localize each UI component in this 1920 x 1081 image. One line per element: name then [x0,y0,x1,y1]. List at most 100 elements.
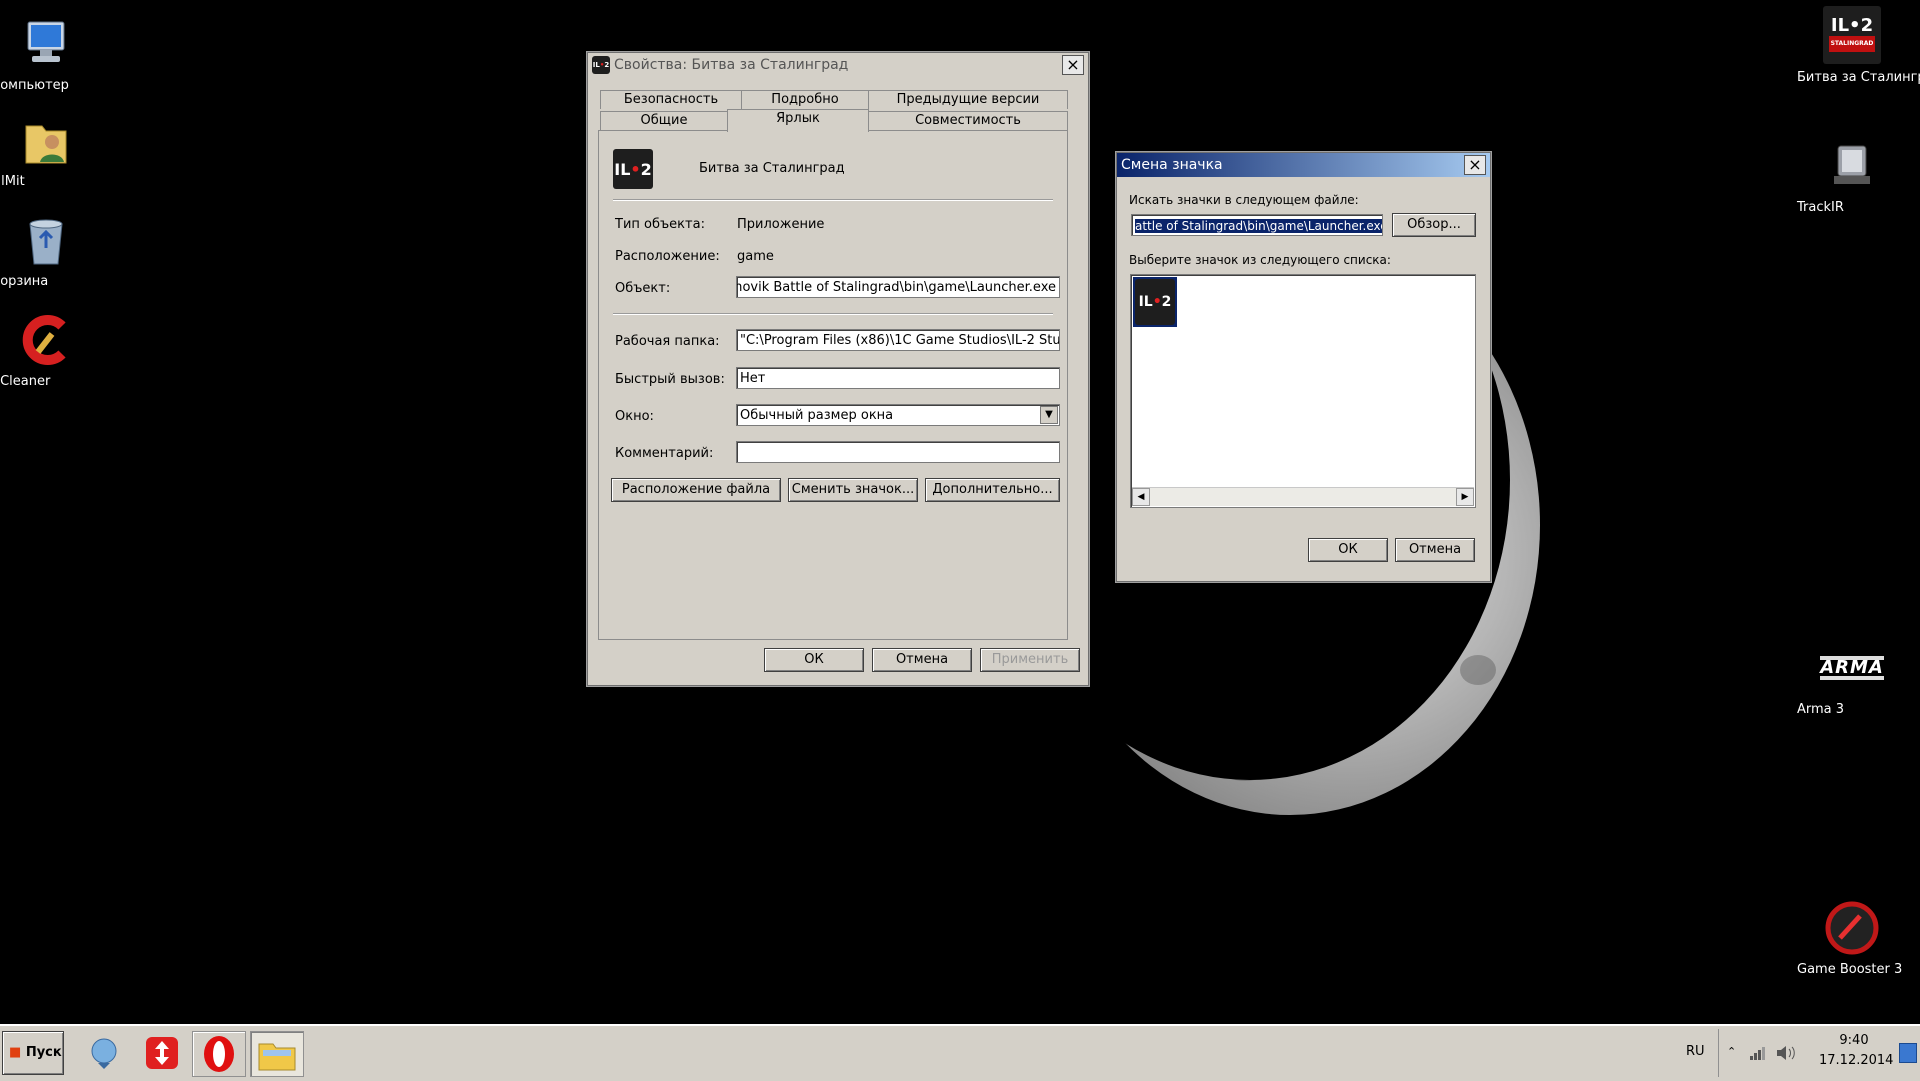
location-value: game [737,249,774,264]
close-icon: × [1468,155,1482,174]
taskbar-explorer[interactable] [250,1031,304,1077]
close-icon: × [1066,55,1080,74]
il2-logo-text: IL•2 [1830,15,1874,36]
clock-date: 17.12.2014 [1819,1053,1894,1068]
object-type-value: Приложение [737,217,825,232]
change-icon-title: Смена значка [1121,157,1223,173]
properties-dialog: IL • 2 Свойства: Битва за Сталинград × Без… [587,52,1089,686]
shortcut-name: Битва за Сталинград [699,161,845,176]
opera-icon [204,1036,234,1072]
language-indicator[interactable]: RU [1686,1044,1705,1059]
taskbar: ■ Пуск RU ⌃ 9:40 17.12.2014 [0,1024,1920,1081]
desktop-icon-arma3[interactable]: ARMA Arma 3 [1797,640,1907,717]
il2-game-icon: IL•2 STALINGRAD [1823,6,1881,64]
start-in-label: Рабочая папка: [615,334,720,349]
clock[interactable]: 9:40 17.12.2014 [1819,1031,1894,1071]
hotkey-input[interactable]: Нет [736,367,1060,389]
game-booster-icon [1824,900,1880,956]
explorer-icon [258,1043,296,1071]
cancel-button[interactable]: Отмена [872,648,972,672]
icon-file-input[interactable]: attle of Stalingrad\bin\game\Launcher.ex… [1131,214,1383,236]
il2-shortcut-icon: IL • 2 [613,149,653,189]
change-icon-button[interactable]: Сменить значок... [788,478,918,502]
icon-list-label: Выберите значок из следующего списка: [1129,253,1391,267]
taskbar-opera[interactable] [192,1031,246,1077]
apply-button[interactable]: Применить [980,648,1080,672]
icon-file-path-selected: attle of Stalingrad\bin\game\Launcher.ex… [1135,219,1382,233]
network-icon[interactable] [1749,1045,1767,1061]
windows-logo-icon: ■ [9,1045,22,1060]
search-file-label: Искать значки в следующем файле: [1129,193,1359,207]
desktop-icon-label: Arma 3 [1797,702,1845,717]
taskbar-system-tool[interactable] [78,1031,130,1075]
taskbar-updater[interactable] [136,1031,188,1075]
clock-time: 9:40 [1839,1033,1869,1048]
desktop-icon-label: Компьютер [0,78,69,93]
horizontal-scrollbar[interactable]: ◀ ▶ [1132,487,1474,506]
computer-icon [18,16,74,72]
location-label: Расположение: [615,249,720,264]
comment-input[interactable] [736,441,1060,463]
close-button[interactable]: × [1062,55,1084,75]
target-input[interactable]: Sturmovik Battle of Stalingrad\bin\game\… [736,276,1060,298]
ccleaner-icon [18,312,74,368]
desktop-icon-recycle-bin[interactable]: Корзина [0,212,101,289]
target-label: Объект: [615,281,671,296]
chevron-down-icon[interactable]: ▼ [1040,406,1058,424]
window-label: Окно: [615,409,654,424]
object-type-label: Тип объекта: [615,217,705,232]
browse-button[interactable]: Обзор... [1392,213,1476,237]
open-file-location-button[interactable]: Расположение файла [611,478,781,502]
separator [613,313,1053,315]
tab-general[interactable]: Общие [600,111,728,130]
il2-logo-subtext: STALINGRAD [1828,36,1876,52]
desktop-icon-label: FilMit [0,174,25,189]
folder-user-icon [18,112,74,168]
close-button[interactable]: × [1464,155,1486,175]
desktop-icon-computer[interactable]: Компьютер [0,16,101,93]
volume-icon[interactable] [1775,1044,1797,1062]
desktop-icon-filmit[interactable]: FilMit [0,112,101,189]
tab-compatibility[interactable]: Совместимость [868,111,1068,130]
desktop-icon-game-booster[interactable]: Game Booster 3 [1797,900,1907,977]
desktop-icon-trackir[interactable]: TrackIR [1797,138,1907,215]
updater-icon [146,1037,178,1069]
tab-shortcut[interactable]: Ярлык [727,109,869,132]
cancel-button[interactable]: Отмена [1395,538,1475,562]
properties-titlebar[interactable]: IL • 2 Свойства: Битва за Сталинград × [588,53,1088,77]
icon-list[interactable]: IL • 2 ◀ ▶ [1130,274,1476,508]
il2-icon: IL • 2 [1135,279,1175,325]
window-select-value: Обычный размер окна [740,408,894,423]
start-in-input[interactable]: "C:\Program Files (x86)\1C Game Studios\… [736,329,1060,351]
comment-label: Комментарий: [615,446,714,461]
hotkey-label: Быстрый вызов: [615,372,725,387]
system-tool-icon [91,1038,117,1069]
start-button[interactable]: ■ Пуск [2,1031,64,1075]
tab-details[interactable]: Подробно [741,90,869,109]
desktop-icon-label: TrackIR [1797,200,1844,215]
scroll-right-icon[interactable]: ▶ [1456,488,1474,506]
scroll-left-icon[interactable]: ◀ [1132,488,1150,506]
tab-previous-versions[interactable]: Предыдущие версии [868,90,1068,109]
change-icon-titlebar[interactable]: Смена значка × [1117,153,1490,177]
show-desktop-icon[interactable] [1899,1043,1917,1063]
properties-title: Свойства: Битва за Сталинград [614,57,849,73]
ok-button[interactable]: ОК [1308,538,1388,562]
ok-button[interactable]: ОК [764,648,864,672]
recycle-bin-icon [18,212,74,268]
change-icon-dialog: Смена значка × Искать значки в следующем… [1116,152,1491,582]
desktop-icon-il2[interactable]: IL•2 STALINGRAD Битва за Сталинград [1797,6,1920,85]
tab-security[interactable]: Безопасность [600,90,742,109]
separator [613,199,1053,201]
shortcut-tab-panel: IL • 2 Битва за Сталинград Тип объекта: Пр… [598,130,1068,640]
icon-list-item-selected[interactable]: IL • 2 [1133,277,1177,327]
desktop-icon-label: Game Booster 3 [1797,962,1903,977]
desktop-icon-ccleaner[interactable]: CCleaner [0,312,101,389]
desktop-icon-label: Корзина [0,274,49,289]
trackir-icon [1824,138,1880,194]
desktop-icon-label: Битва за Сталинград [1797,70,1920,85]
show-hidden-icons-icon[interactable]: ⌃ [1727,1045,1736,1058]
desktop-icon-label: CCleaner [0,374,51,389]
window-select[interactable]: Обычный размер окна ▼ [736,404,1060,426]
advanced-button[interactable]: Дополнительно... [925,478,1060,502]
